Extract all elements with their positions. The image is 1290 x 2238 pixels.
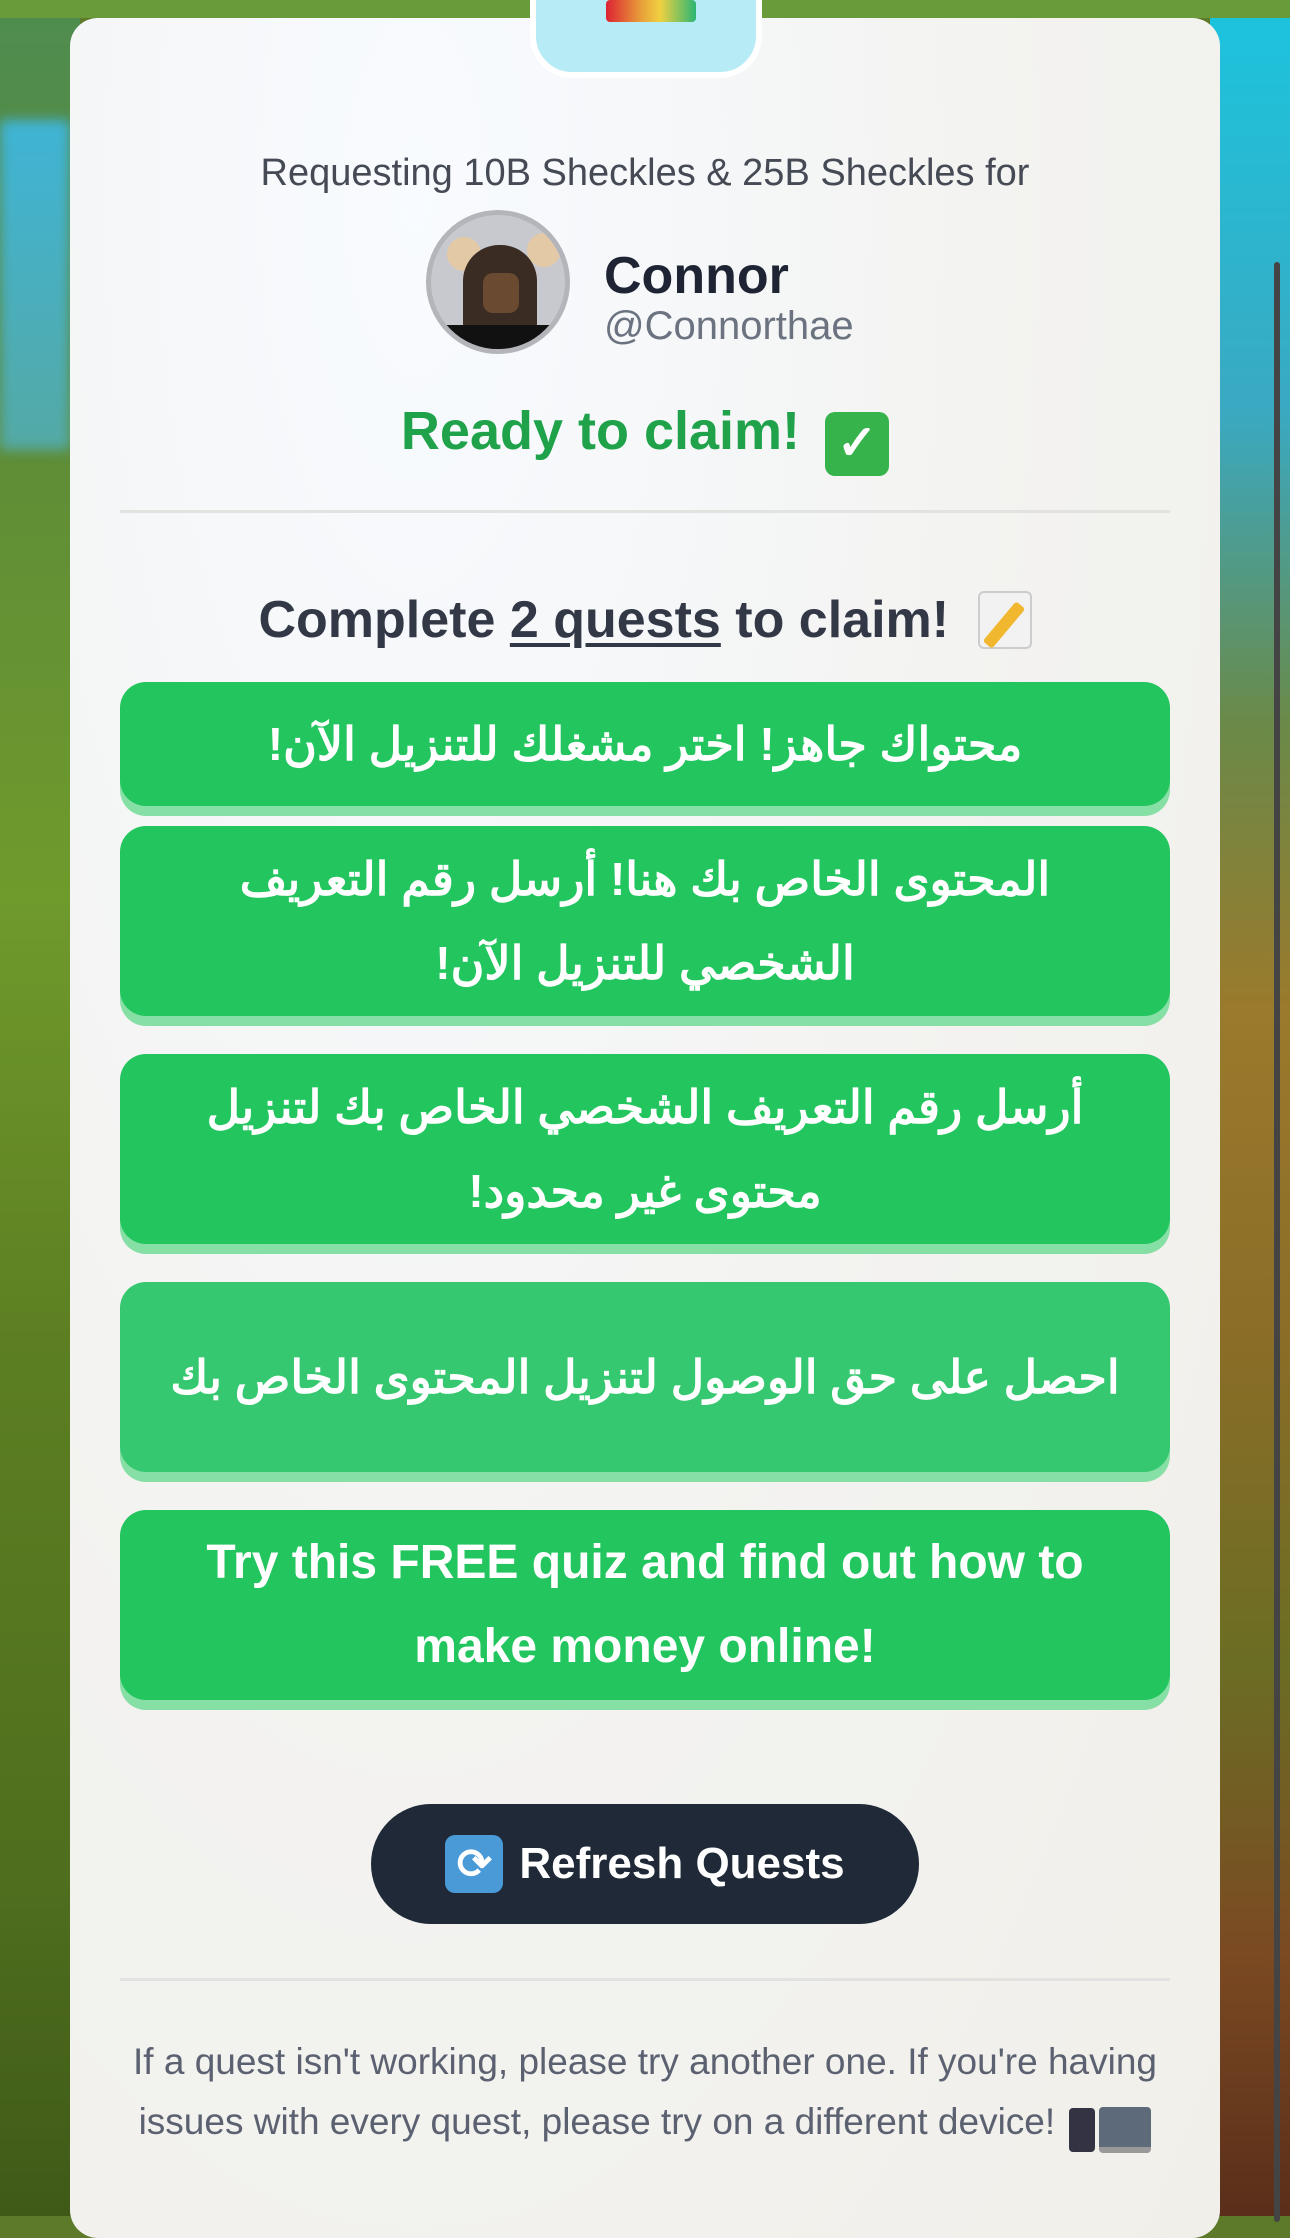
request-text: Requesting 10B Sheckles & 25B Sheckles f… xyxy=(260,152,1030,194)
quest-button-1[interactable]: محتواك جاهز! اختر مشغلك للتنزيل الآن! xyxy=(120,682,1170,806)
footer-help-text: If a quest isn't working, please try ano… xyxy=(114,2032,1176,2158)
divider xyxy=(120,510,1170,513)
phone-icon xyxy=(1069,2108,1096,2153)
avatar xyxy=(426,210,570,354)
device-icons xyxy=(1065,2098,1152,2158)
quest-button-4[interactable]: احصل على حق الوصول لتنزيل المحتوى الخاص … xyxy=(120,1282,1170,1472)
avatar-shirt xyxy=(431,325,565,349)
check-mark-icon: ✓ xyxy=(825,412,890,476)
background-sky xyxy=(0,120,70,450)
quests-heading-suffix: to claim! xyxy=(720,591,950,649)
quest-button-3[interactable]: أرسل رقم التعريف الشخصي الخاص بك لتنزيل … xyxy=(120,1054,1170,1244)
game-logo xyxy=(530,0,762,78)
divider xyxy=(120,1978,1170,1981)
refresh-quests-button[interactable]: ⟳ Refresh Quests xyxy=(371,1804,919,1924)
page-scrollbar[interactable] xyxy=(1274,262,1280,2222)
quest-button-2[interactable]: المحتوى الخاص بك هنا! أرسل رقم التعريف ا… xyxy=(120,826,1170,1016)
claim-card: Requesting 10B Sheckles & 25B Sheckles f… xyxy=(70,0,1220,2238)
quests-heading: Complete 2 quests to claim! xyxy=(70,590,1220,650)
quests-heading-prefix: Complete xyxy=(258,591,510,649)
quest-button-5[interactable]: Try this FREE quiz and find out how to m… xyxy=(120,1510,1170,1700)
status-text: Ready to claim! xyxy=(400,401,801,461)
logo-graphic xyxy=(606,0,696,22)
footer-text: If a quest isn't working, please try ano… xyxy=(133,2041,1157,2142)
quests-count-link[interactable]: 2 quests xyxy=(510,591,721,649)
refresh-label: Refresh Quests xyxy=(519,1839,845,1888)
monitor-icon xyxy=(1099,2107,1152,2154)
user-name: Connor xyxy=(604,247,789,305)
avatar-face xyxy=(483,273,519,313)
user-handle: @Connorthae xyxy=(604,304,854,348)
refresh-icon: ⟳ xyxy=(445,1835,504,1893)
status-message: Ready to claim! ✓ xyxy=(70,400,1220,476)
pencil-memo-icon xyxy=(977,591,1032,649)
